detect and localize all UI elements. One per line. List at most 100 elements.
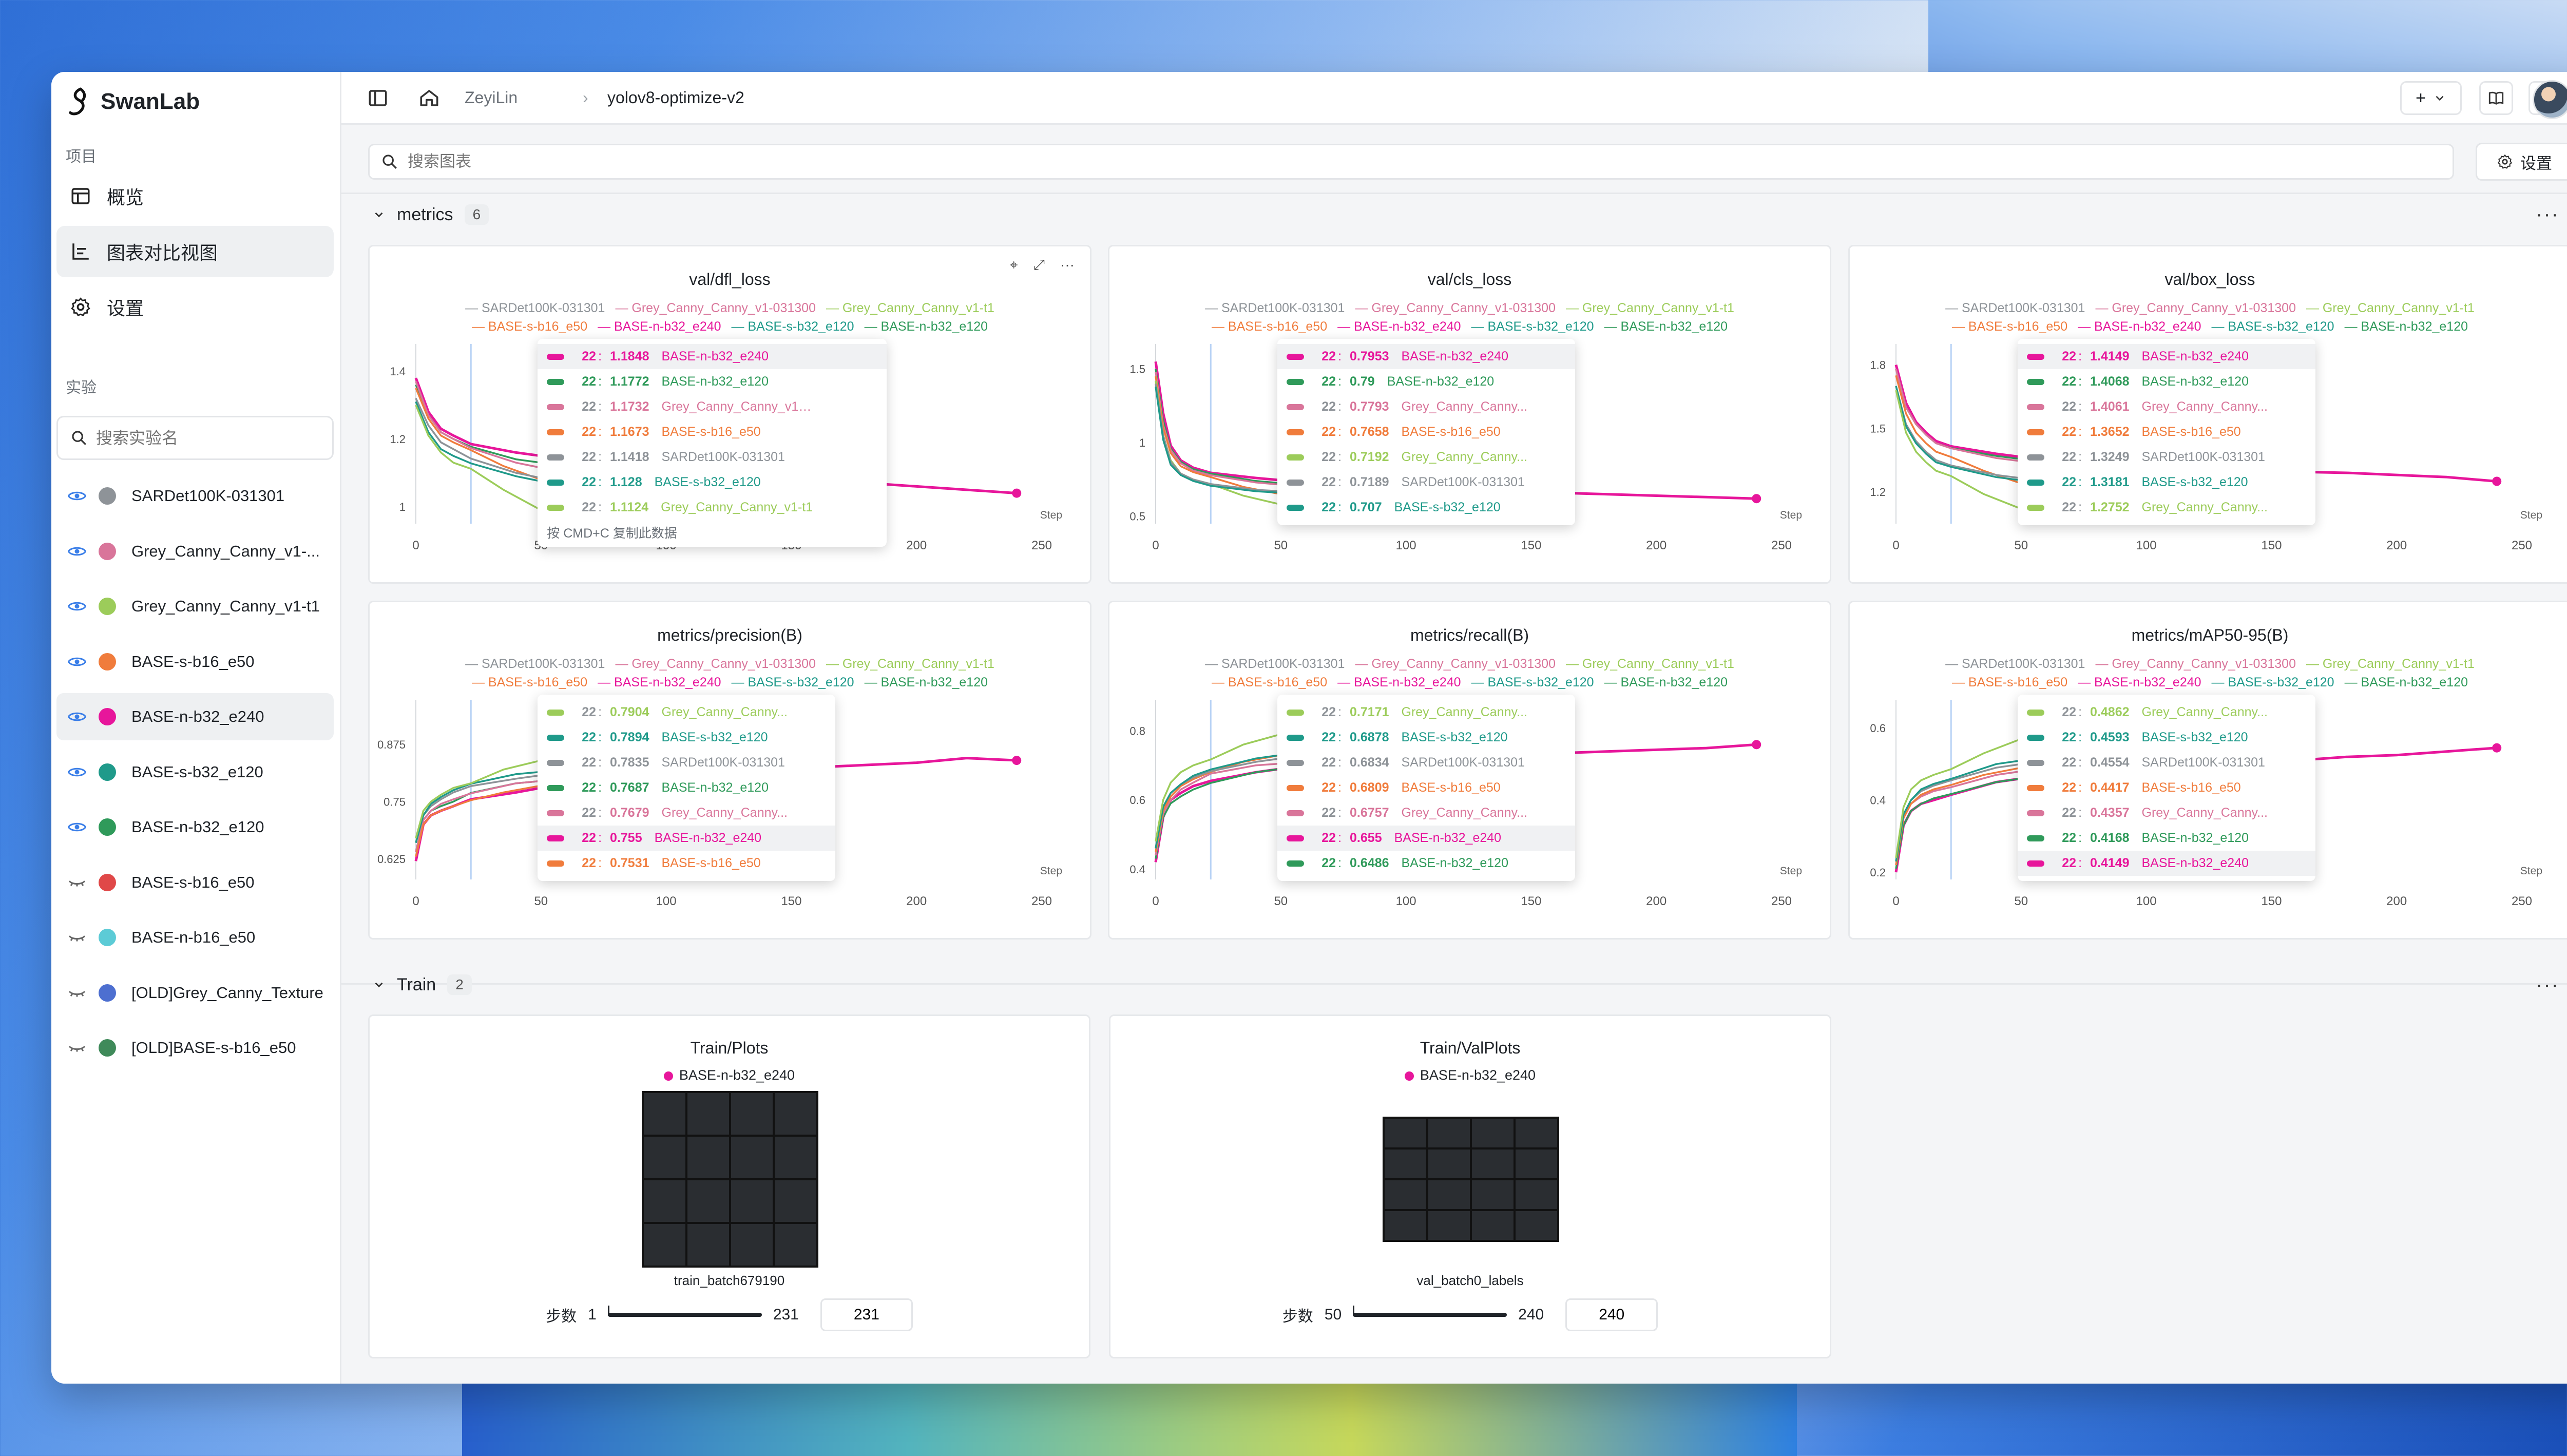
group-header-metrics[interactable]: metrics 6 xyxy=(372,204,489,225)
val-batch-image[interactable] xyxy=(1383,1117,1559,1242)
experiment-search-input[interactable] xyxy=(95,428,313,448)
more-options-icon[interactable]: ··· xyxy=(2536,973,2559,997)
tooltip-sep: : xyxy=(2078,425,2082,439)
experiment-row[interactable]: BASE-n-b32_e240 xyxy=(56,693,334,740)
x-tick-label: 250 xyxy=(1771,894,1792,908)
slider-track[interactable] xyxy=(607,1306,762,1317)
step-slider[interactable]: 步数 1 231 xyxy=(370,1298,1089,1331)
tooltip-value: 0.7793 xyxy=(1350,399,1389,414)
tooltip-step: 22 xyxy=(582,500,597,514)
docs-button[interactable] xyxy=(2479,81,2513,115)
eye-icon[interactable] xyxy=(68,710,86,724)
tooltip-value: 0.79 xyxy=(1350,374,1375,389)
experiment-name: BASE-n-b32_e120 xyxy=(131,818,264,836)
experiment-row[interactable]: SARDet100K-031301 xyxy=(56,472,334,520)
series-line[interactable] xyxy=(1155,733,1281,842)
tooltip-sep: : xyxy=(598,500,602,514)
experiment-color-dot xyxy=(99,984,116,1002)
group-header-train[interactable]: Train 2 xyxy=(372,974,472,995)
tooltip-row: 22:1.2752 Grey_Canny_Canny... xyxy=(2018,495,2315,520)
step-input[interactable] xyxy=(1565,1298,1658,1331)
eye-icon[interactable] xyxy=(68,765,86,779)
tooltip-series-name: BASE-n-b32_e240 xyxy=(1394,831,1502,845)
chart-search-input[interactable] xyxy=(407,152,2360,171)
eye-off-icon[interactable] xyxy=(68,930,86,945)
tooltip-series-name: Grey_Canny_Canny... xyxy=(1401,450,1528,464)
user-avatar[interactable] xyxy=(2533,80,2567,119)
tooltip-step: 22 xyxy=(2062,450,2077,464)
nav-chart-compare[interactable]: 图表对比视图 xyxy=(56,226,334,277)
tooltip-sep: : xyxy=(2078,450,2082,464)
nav-settings[interactable]: 设置 xyxy=(56,281,334,333)
train-batch-image[interactable] xyxy=(642,1091,818,1268)
tooltip-series-name: BASE-n-b32_e120 xyxy=(2141,374,2249,389)
x-axis-step-label: Step xyxy=(2520,865,2542,877)
hover-tooltip: 22:0.7171 Grey_Canny_Canny... 22:0.6878 BAS… xyxy=(1277,695,1576,881)
tooltip-row: 22:0.4168 BASE-n-b32_e120 xyxy=(2018,826,2315,851)
chart-card[interactable]: metrics/recall(B) — SARDet100K-031301— Gr… xyxy=(1108,601,1831,940)
y-tick-label: 1.4 xyxy=(390,365,406,378)
experiment-row[interactable]: BASE-s-b32_e120 xyxy=(56,749,334,796)
tooltip-row: 22:0.755 BASE-n-b32_e240 xyxy=(538,826,836,851)
eye-icon[interactable] xyxy=(68,655,86,669)
step-slider[interactable]: 步数 50 240 xyxy=(1110,1298,1830,1331)
experiment-row[interactable]: BASE-n-b16_e50 xyxy=(56,914,334,961)
experiment-row[interactable]: BASE-s-b16_e50 xyxy=(56,638,334,685)
brand[interactable]: SwanLab xyxy=(67,87,200,116)
experiment-row[interactable]: [OLD]Grey_Canny_Texture xyxy=(56,969,334,1017)
breadcrumb-user[interactable]: ZeyiLin xyxy=(465,88,518,107)
experiment-search[interactable] xyxy=(56,416,334,460)
legend-label: BASE-n-b32_e240 xyxy=(1420,1067,1536,1083)
tooltip-value: 0.7189 xyxy=(1350,475,1389,489)
eye-icon[interactable] xyxy=(68,489,86,503)
x-axis-step-label: Step xyxy=(2520,509,2542,521)
chart-card[interactable]: metrics/precision(B) — SARDet100K-031301—… xyxy=(368,601,1091,940)
chart-card[interactable]: metrics/mAP50-95(B) — SARDet100K-031301— … xyxy=(1848,601,2567,940)
eye-icon[interactable] xyxy=(68,599,86,614)
tooltip-sep: : xyxy=(598,399,602,414)
settings-button[interactable]: 设置 xyxy=(2476,143,2567,181)
sidebar-toggle-icon[interactable] xyxy=(367,87,389,109)
eye-off-icon[interactable] xyxy=(68,875,86,890)
series-line[interactable] xyxy=(415,784,542,857)
tooltip-row: 22:1.3652 BASE-s-b16_e50 xyxy=(2018,419,2315,445)
add-button[interactable]: + xyxy=(2400,81,2462,115)
tooltip-series-name: BASE-n-b32_e240 xyxy=(2141,349,2249,363)
y-tick-label: 0.5 xyxy=(1129,510,1145,523)
tooltip-value: 1.3181 xyxy=(2090,475,2130,489)
tooltip-value: 0.655 xyxy=(1350,831,1382,845)
tooltip-step: 22 xyxy=(582,349,597,363)
series-swatch xyxy=(2027,835,2045,841)
experiment-row[interactable]: [OLD]BASE-s-b16_e50 xyxy=(56,1024,334,1071)
chart-card[interactable]: val/cls_loss — SARDet100K-031301— Grey_Ca… xyxy=(1108,245,1831,584)
series-swatch xyxy=(1287,835,1305,841)
nav-chart-compare-label: 图表对比视图 xyxy=(107,242,218,263)
experiment-row[interactable]: BASE-n-b32_e120 xyxy=(56,803,334,851)
experiment-row[interactable]: BASE-s-b16_e50 xyxy=(56,859,334,906)
chart-search[interactable] xyxy=(368,144,2454,180)
eye-icon[interactable] xyxy=(68,820,86,834)
experiment-row[interactable]: Grey_Canny_Canny_v1-t1 xyxy=(56,583,334,630)
tooltip-value: 1.1673 xyxy=(610,425,649,439)
series-swatch xyxy=(1287,378,1305,385)
more-options-icon[interactable]: ··· xyxy=(2536,203,2559,226)
breadcrumb-project[interactable]: yolov8-optimize-v2 xyxy=(607,88,744,107)
eye-icon[interactable] xyxy=(68,544,86,559)
card-title: Train/Plots xyxy=(690,1039,769,1057)
home-icon[interactable] xyxy=(418,87,440,109)
tooltip-series-name: BASE-s-b16_e50 xyxy=(2141,780,2241,795)
nav-overview[interactable]: 概览 xyxy=(56,170,334,222)
tooltip-value: 0.755 xyxy=(610,831,642,845)
divider xyxy=(341,193,2567,194)
tooltip-row: 22:0.6486 BASE-n-b32_e120 xyxy=(1277,851,1575,876)
eye-off-icon[interactable] xyxy=(68,986,86,1000)
series-swatch xyxy=(547,759,565,766)
series-line[interactable] xyxy=(1895,738,2022,858)
tooltip-sep: : xyxy=(1338,399,1342,414)
chart-card[interactable]: val/dfl_loss ⌖ ⤢ ··· — SARDet100K-031301— Gr… xyxy=(368,245,1091,584)
chart-card[interactable]: val/box_loss — SARDet100K-031301— Grey_Ca… xyxy=(1848,245,2567,584)
slider-track[interactable] xyxy=(1353,1306,1507,1317)
eye-off-icon[interactable] xyxy=(68,1041,86,1055)
experiment-row[interactable]: Grey_Canny_Canny_v1-... xyxy=(56,528,334,575)
step-input[interactable] xyxy=(820,1298,913,1331)
